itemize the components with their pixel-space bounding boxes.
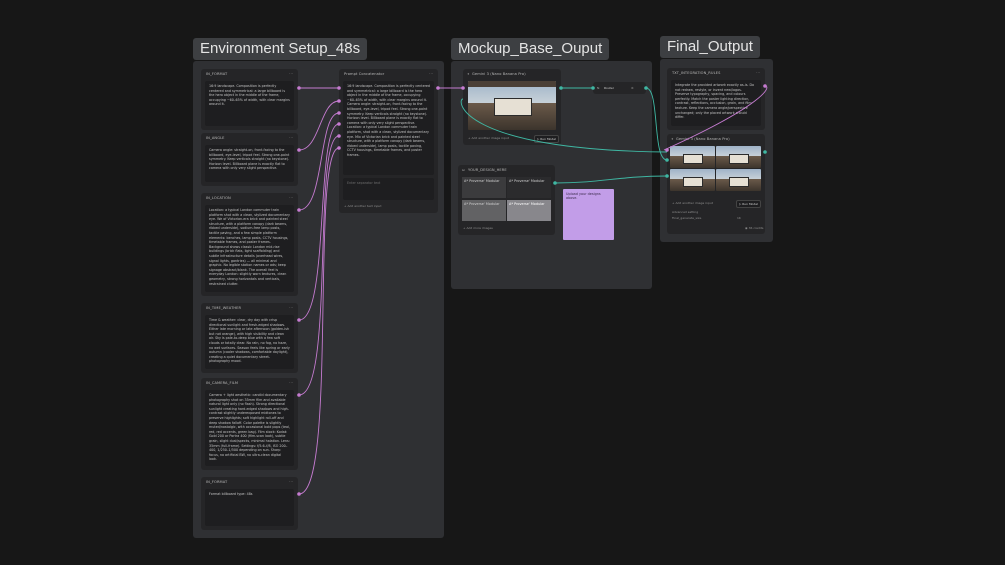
more-icon[interactable]: ··· xyxy=(756,70,760,75)
add-image-input-link[interactable]: + Add another image input xyxy=(672,201,713,205)
node-label: IN_LOCATION xyxy=(206,196,231,200)
mockup-image[interactable] xyxy=(468,81,556,130)
credits-label: ◉ 36 credits xyxy=(745,226,764,230)
node-integration-rules[interactable]: TXT_INTEGRATION_RULES ··· Integrate the … xyxy=(667,68,765,130)
node-in-angle[interactable]: IN_ANGLE ··· Camera angle: straight-on, … xyxy=(201,133,298,186)
output-image-3[interactable] xyxy=(670,169,715,191)
sticky-note[interactable]: Upload your designs above. xyxy=(563,189,614,240)
output-image-4[interactable] xyxy=(716,169,761,191)
node-label: IN_FORMAT xyxy=(206,480,228,484)
add-images-link[interactable]: + Add more images xyxy=(463,226,493,230)
node-label: IN_TIME_WEATHER xyxy=(206,306,242,310)
image-icon: ⊡ xyxy=(462,168,465,172)
output-image-1[interactable] xyxy=(670,146,715,168)
more-icon[interactable]: ··· xyxy=(429,71,433,76)
text-area[interactable]: 16:9 landscape. Composition is perfectly… xyxy=(205,81,294,126)
node-your-design[interactable]: YOUR_DESIGN_HERE ⊡ A* Proverse' Modular … xyxy=(458,165,555,235)
group-title-mockup[interactable]: Mockup_Base_Ouput xyxy=(451,38,610,60)
size-setting-label: Final_generate_size xyxy=(672,216,702,220)
settings-icon[interactable]: ⚙ xyxy=(631,86,634,90)
group-title-environment[interactable]: Environment Setup_48s xyxy=(193,38,368,60)
output-image-2[interactable] xyxy=(716,146,761,168)
node-label: Router xyxy=(604,86,614,90)
advanced-setting-label[interactable]: Advanced setting xyxy=(672,210,698,214)
node-label: YOUR_DESIGN_HERE xyxy=(468,168,507,172)
node-label: Prompt Concatenator xyxy=(344,72,385,76)
router-icon: ⇆ xyxy=(597,86,600,90)
node-label: TXT_INTEGRATION_RULES xyxy=(672,71,721,75)
node-label: Gemini 3 (Nano Banana Pro) xyxy=(472,72,526,76)
text-area[interactable]: Time & weather: clear, dry day with cris… xyxy=(205,315,294,369)
more-icon[interactable]: ··· xyxy=(289,195,293,200)
node-label: IN_ANGLE xyxy=(206,136,225,140)
node-in-location[interactable]: IN_LOCATION ··· Location: a typical Lond… xyxy=(201,193,298,296)
more-icon[interactable]: ··· xyxy=(289,479,293,484)
model-icon: ✦ xyxy=(671,137,674,141)
more-icon[interactable]: ··· xyxy=(289,71,293,76)
node-label: IN_CAMERA_FILM xyxy=(206,381,239,385)
node-gemini-mockup[interactable]: Gemini 3 (Nano Banana Pro) ✦ + Add anoth… xyxy=(463,69,561,145)
design-image-2[interactable]: A* Proverse' Modular xyxy=(507,177,551,198)
node-prompt-concatenator[interactable]: Prompt Concatenator ··· 16:9 landscape. … xyxy=(339,69,438,213)
design-image-3[interactable]: A* Proverse' Modular xyxy=(462,200,506,221)
node-in-format[interactable]: IN_FORMAT ··· 16:9 landscape. Compositio… xyxy=(201,69,298,130)
more-icon[interactable]: ··· xyxy=(289,380,293,385)
text-area[interactable]: Format billboard type: 48s xyxy=(205,489,294,526)
run-model-button[interactable]: ▷ Run Model xyxy=(736,200,761,208)
node-label: Gemini 3 (Nano Banana Pro) xyxy=(676,137,730,141)
node-label: IN_FORMAT xyxy=(206,72,228,76)
add-text-input-link[interactable]: + Add another text input xyxy=(344,204,382,208)
group-title-final[interactable]: Final_Output xyxy=(660,36,760,58)
design-image-4[interactable]: A* Proverse' Modular xyxy=(507,200,551,221)
text-area[interactable]: Camera + light aesthetic: candid documen… xyxy=(205,390,294,466)
size-select[interactable]: 1K xyxy=(737,216,741,220)
design-image-1[interactable]: A* Proverse' Modular xyxy=(462,177,506,198)
separator-input[interactable]: Enter separator text xyxy=(343,178,434,200)
text-area[interactable]: Camera angle: straight-on, front-facing … xyxy=(205,145,294,182)
text-area[interactable]: Integrate the provided artwork exactly a… xyxy=(671,80,761,126)
text-area[interactable]: Location: a typical London commuter trai… xyxy=(205,205,294,292)
model-icon: ✦ xyxy=(467,72,470,76)
node-gemini-final[interactable]: Gemini 3 (Nano Banana Pro) ✦ + Add anoth… xyxy=(667,134,765,234)
run-model-button[interactable]: ▷ Run Model xyxy=(534,135,559,143)
node-in-time-weather[interactable]: IN_TIME_WEATHER ··· Time & weather: clea… xyxy=(201,303,298,373)
more-icon[interactable]: ··· xyxy=(289,305,293,310)
add-image-input-link[interactable]: + Add another image input xyxy=(468,136,509,140)
node-router[interactable]: ⇆ Router ⚙ xyxy=(593,82,646,94)
node-in-format-billboard[interactable]: IN_FORMAT ··· Format billboard type: 48s xyxy=(201,477,298,530)
node-in-camera-film[interactable]: IN_CAMERA_FILM ··· Camera + light aesthe… xyxy=(201,378,298,470)
more-icon[interactable]: ··· xyxy=(289,135,293,140)
concatenated-text[interactable]: 16:9 landscape. Composition is perfectly… xyxy=(343,81,434,175)
